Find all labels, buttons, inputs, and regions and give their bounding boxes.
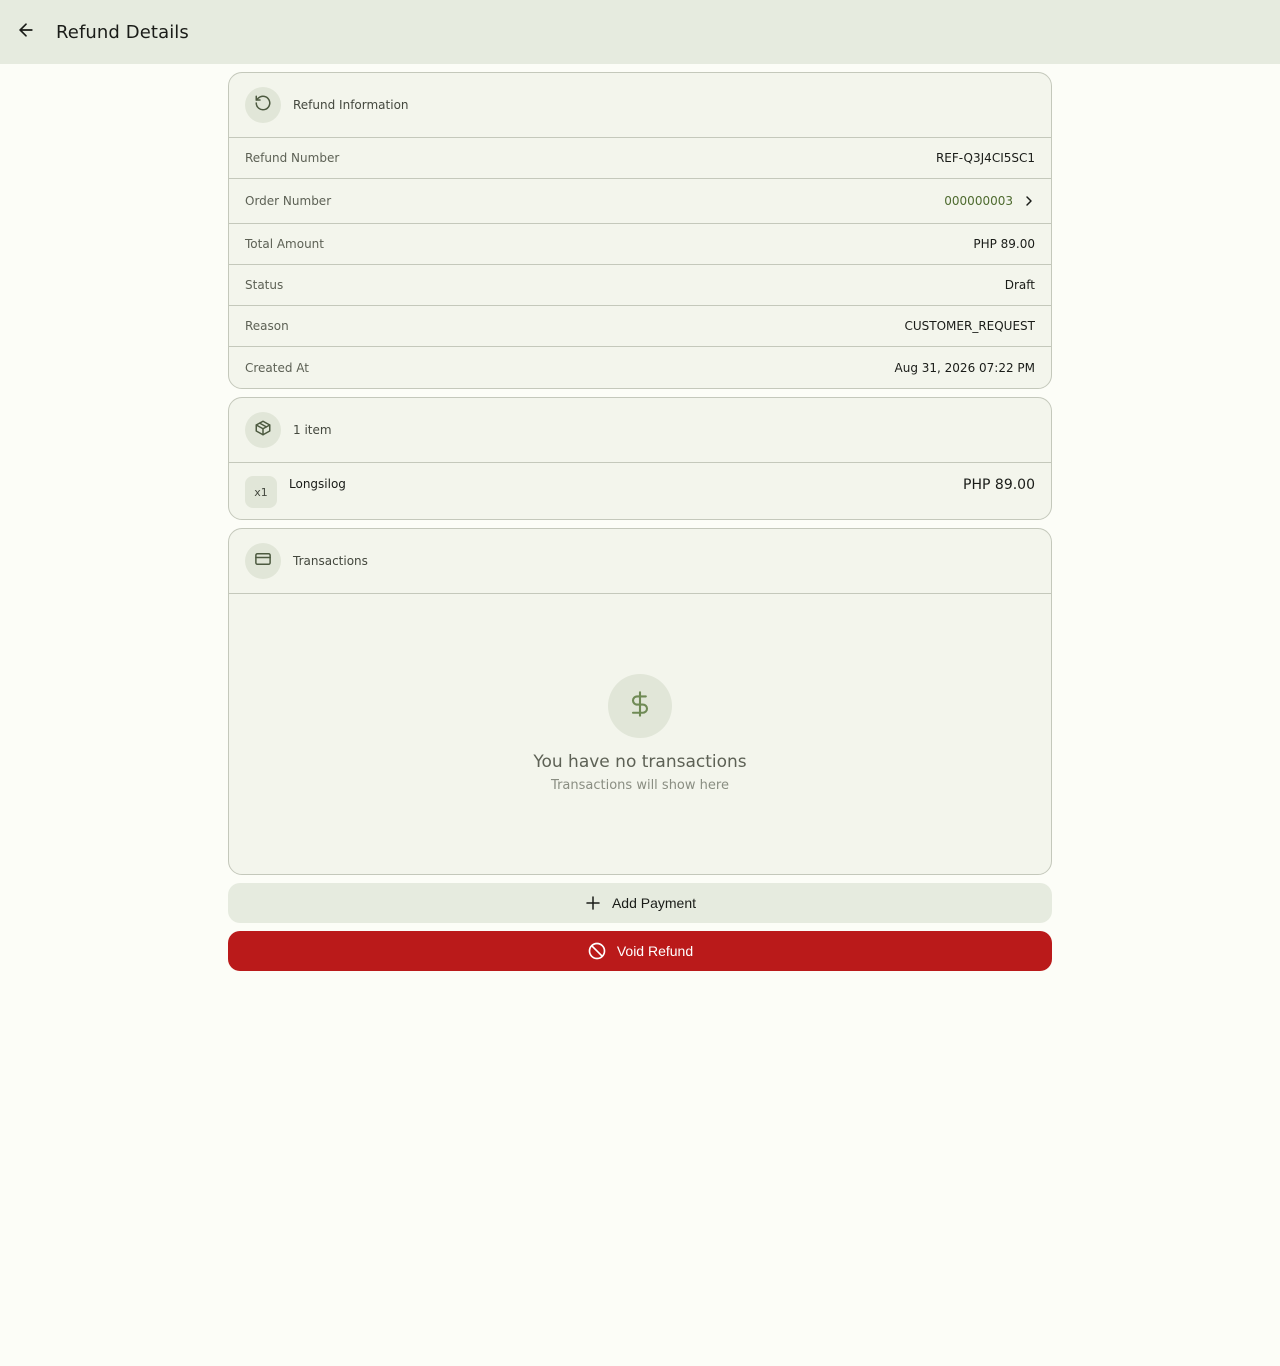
dollar-icon [626,690,654,722]
app-bar: Refund Details [0,0,1280,64]
credit-card-icon [254,550,272,572]
order-number-label: Order Number [245,194,332,208]
refund-number-value: REF-Q3J4CI5SC1 [935,151,1035,165]
add-payment-label: Add Payment [611,895,697,911]
reason-value: CUSTOMER_REQUEST [904,319,1035,333]
total-amount-label: Total Amount [245,237,324,251]
void-refund-label: Void Refund [616,943,694,959]
item-price: PHP 89.00 [963,477,1035,493]
refund-information-header: Refund Information [229,73,1051,138]
list-item: x1 Longsilog PHP 89.00 [229,463,1051,519]
arrow-left-icon [16,20,36,44]
main-content: Refund Information Refund Number REF-Q3J… [228,72,1052,971]
items-count-title: 1 item [293,423,332,437]
empty-icon-container [608,674,672,738]
transactions-title: Transactions [293,554,368,568]
add-payment-button[interactable]: Add Payment [228,883,1052,923]
plus-icon [584,894,602,912]
reason-label: Reason [245,319,289,333]
transactions-empty-state: You have no transactions Transactions wi… [229,594,1051,874]
created-at-label: Created At [245,360,310,375]
refund-icon-container [245,87,281,123]
order-number-row: Order Number 000000003 [229,179,1051,224]
ban-icon [587,941,607,961]
items-icon-container [245,412,281,448]
refund-number-row: Refund Number REF-Q3J4CI5SC1 [229,138,1051,179]
empty-state-subtitle: Transactions will show here [551,778,729,793]
refund-information-title: Refund Information [293,98,409,112]
package-icon [254,419,272,441]
back-button[interactable] [0,0,52,64]
status-label: Status [245,278,284,292]
status-value: Draft [1004,278,1035,292]
chevron-right-icon [1021,193,1037,209]
order-number-link[interactable]: 000000003 [944,193,1035,209]
items-card: 1 item x1 Longsilog PHP 89.00 [228,397,1052,520]
empty-state-title: You have no transactions [533,752,747,772]
refund-number-label: Refund Number [245,151,340,165]
refund-information-card: Refund Information Refund Number REF-Q3J… [228,72,1052,389]
refresh-icon [254,94,272,116]
order-number-value: 000000003 [944,194,1013,208]
reason-row: Reason CUSTOMER_REQUEST [229,306,1051,347]
quantity-badge: x1 [245,476,277,508]
total-amount-row: Total Amount PHP 89.00 [229,224,1051,265]
status-row: Status Draft [229,265,1051,306]
transactions-card: Transactions You have no transactions Tr… [228,528,1052,875]
transactions-header: Transactions [229,529,1051,594]
item-name: Longsilog [289,477,346,491]
created-at-value: Aug 31, 2026 07:22 PM [894,360,1035,375]
created-at-row: Created At Aug 31, 2026 07:22 PM [229,347,1051,388]
items-header: 1 item [229,398,1051,463]
void-refund-button[interactable]: Void Refund [228,931,1052,971]
total-amount-value: PHP 89.00 [973,237,1035,251]
item-info: x1 Longsilog [245,475,346,508]
page-title: Refund Details [56,21,189,43]
transactions-icon-container [245,543,281,579]
